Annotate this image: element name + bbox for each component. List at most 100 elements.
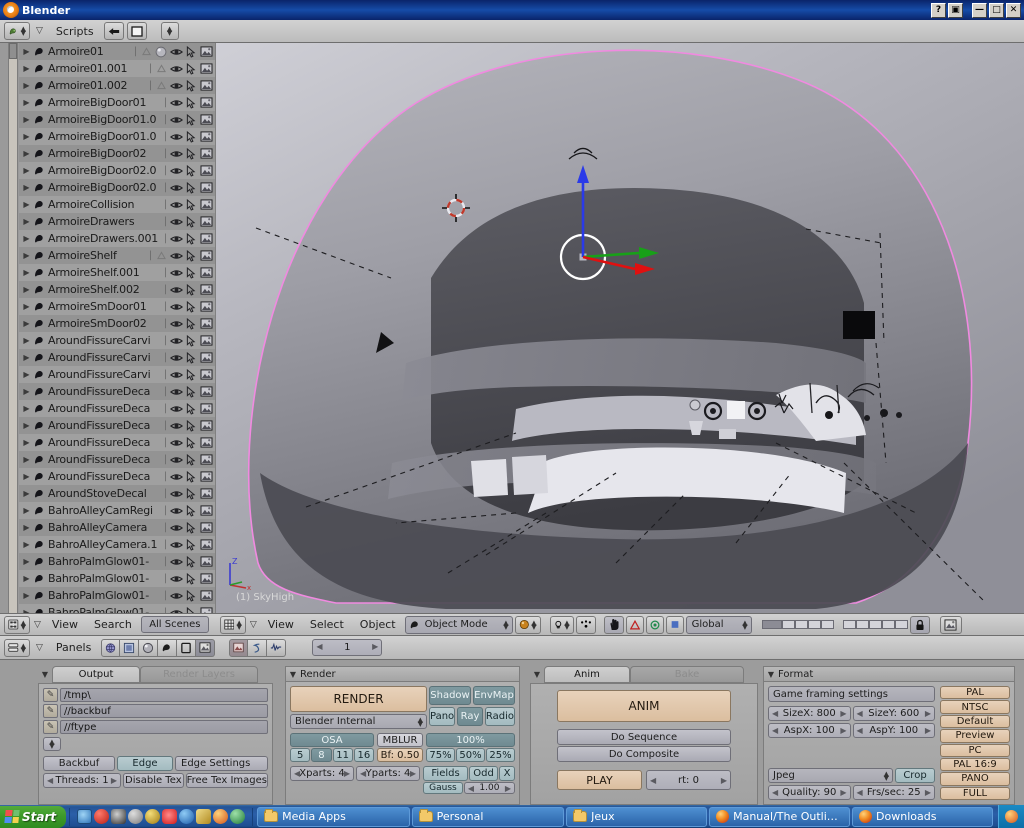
expand-triangle-icon[interactable]: ▶ <box>21 472 32 481</box>
eye-visibility-icon[interactable] <box>169 62 183 76</box>
quicklaunch-icon-4[interactable] <box>128 809 144 824</box>
cursor-selectable-icon[interactable] <box>184 249 198 263</box>
outliner-item-label[interactable]: AroundFissureDeca <box>47 453 163 466</box>
outliner-row[interactable]: ▶ AroundFissureDeca | <box>19 417 215 434</box>
expand-triangle-icon[interactable]: ▶ <box>21 64 32 73</box>
eye-visibility-icon[interactable] <box>169 198 183 212</box>
fps-field[interactable]: ◀ Frs/sec: 25 ▶ <box>852 785 935 800</box>
eye-visibility-icon[interactable] <box>169 538 183 552</box>
outliner-menu-view[interactable]: View <box>45 618 85 631</box>
cursor-selectable-icon[interactable] <box>184 62 198 76</box>
rt-field[interactable]: ◀ rt: 0 ▶ <box>646 770 731 790</box>
view3d-mode-selector[interactable]: Object Mode ▲ ▼ <box>404 615 513 634</box>
scripts-editor-icon[interactable]: ▲ ▼ <box>4 22 30 40</box>
backbuf-toggle[interactable]: Backbuf <box>43 756 115 771</box>
layer-1[interactable] <box>761 620 782 629</box>
crop-toggle[interactable]: Crop <box>895 768 935 783</box>
outliner-row[interactable]: ▶ ArmoireShelf.001 | <box>19 264 215 281</box>
preset-ntsc-button[interactable]: NTSC <box>940 700 1010 714</box>
outliner-row[interactable]: ▶ BahroPalmGlow01- | <box>19 604 215 613</box>
quicklaunch-icon-7[interactable] <box>179 809 195 824</box>
rotate-triangle-icon[interactable] <box>625 615 644 634</box>
eye-visibility-icon[interactable] <box>169 283 183 297</box>
outliner-row[interactable]: ▶ Armoire01 | <box>19 43 215 60</box>
cursor-selectable-icon[interactable] <box>184 130 198 144</box>
triangle-down-icon[interactable]: ▼ <box>38 666 52 683</box>
cursor-selectable-icon[interactable] <box>184 436 198 450</box>
eye-visibility-icon[interactable] <box>169 266 183 280</box>
expand-triangle-icon[interactable]: ▶ <box>21 523 32 532</box>
size-25-button[interactable]: 25% <box>486 748 515 762</box>
play-button[interactable]: PLAY <box>557 770 642 790</box>
outliner-scrollbar-thumb[interactable] <box>9 43 17 59</box>
scene-context-icon[interactable] <box>101 638 121 657</box>
task-button-media-apps[interactable]: Media Apps <box>257 806 410 827</box>
cursor-selectable-icon[interactable] <box>184 385 198 399</box>
size-x-field[interactable]: ◀ SizeX: 800 ▶ <box>768 706 851 721</box>
tab-render-layers[interactable]: Render Layers <box>140 666 258 683</box>
render-image-icon[interactable] <box>199 181 213 195</box>
render-image-icon[interactable] <box>199 351 213 365</box>
eye-visibility-icon[interactable] <box>169 300 183 314</box>
expand-triangle-icon[interactable]: ▶ <box>21 353 32 362</box>
eye-visibility-icon[interactable] <box>169 504 183 518</box>
render-image-icon[interactable] <box>199 606 213 613</box>
layer-7[interactable] <box>855 620 869 629</box>
expand-triangle-icon[interactable]: ▶ <box>21 200 32 209</box>
close-button[interactable]: ✕ <box>1006 2 1021 18</box>
outliner-row[interactable]: ▶ Armoire01.002 | <box>19 77 215 94</box>
frame-number-field[interactable]: ◀ 1 ▶ <box>312 639 383 656</box>
layer-9[interactable] <box>881 620 895 629</box>
output-path-field-2[interactable]: //ftype <box>60 720 268 734</box>
quicklaunch-icon-9[interactable] <box>213 809 229 824</box>
expand-triangle-icon[interactable]: ▶ <box>21 251 32 260</box>
layer-2[interactable] <box>781 620 795 629</box>
outliner-item-label[interactable]: BahroPalmGlow01- <box>47 555 163 568</box>
eye-visibility-icon[interactable] <box>169 215 183 229</box>
task-button-jeux[interactable]: Jeux <box>566 806 708 827</box>
render-image-icon[interactable] <box>199 470 213 484</box>
outliner-item-label[interactable]: AroundFissureDeca <box>47 385 163 398</box>
eye-visibility-icon[interactable] <box>169 470 183 484</box>
file-browse-icon[interactable]: ✎ <box>43 688 58 702</box>
outliner-item-label[interactable]: ArmoireCollision <box>47 198 163 211</box>
help-button[interactable]: ? <box>931 2 946 18</box>
outliner-item-label[interactable]: AroundFissureDeca <box>47 470 163 483</box>
envmap-toggle[interactable]: EnvMap <box>473 686 515 705</box>
expand-triangle-icon[interactable]: ▶ <box>21 217 32 226</box>
free-tex-images-button[interactable]: Free Tex Images <box>185 773 268 788</box>
tab-anim[interactable]: Anim <box>544 666 630 683</box>
panels-menu[interactable]: Panels <box>49 641 98 654</box>
outliner-row[interactable]: ▶ ArmoireSmDoor01 | <box>19 298 215 315</box>
outliner-item-label[interactable]: ArmoireSmDoor02 <box>47 317 163 330</box>
expand-triangle-icon[interactable]: ▶ <box>21 557 32 566</box>
render-preview-icon[interactable] <box>939 615 962 634</box>
render-engine-selector[interactable]: Blender Internal ▲ ▼ <box>290 714 427 729</box>
outliner-row[interactable]: ▶ AroundFissureDeca | <box>19 434 215 451</box>
render-image-icon[interactable] <box>199 334 213 348</box>
quality-field[interactable]: ◀ Quality: 90 ▶ <box>768 785 851 800</box>
layer-10[interactable] <box>894 620 908 629</box>
system-tray[interactable] <box>998 805 1024 828</box>
eye-visibility-icon[interactable] <box>169 453 183 467</box>
triangle-down-icon[interactable]: ▼ <box>764 670 778 679</box>
expand-triangle-icon[interactable]: ▶ <box>21 47 32 56</box>
outliner-row[interactable]: ▶ ArmoireShelf.002 | <box>19 281 215 298</box>
outliner-row[interactable]: ▶ AroundFissureCarvi | <box>19 366 215 383</box>
outliner-item-label[interactable]: AroundStoveDecal <box>47 487 163 500</box>
quicklaunch-icon-8[interactable] <box>196 809 212 824</box>
quicklaunch-icon-10[interactable] <box>230 809 246 824</box>
outliner-item-label[interactable]: ArmoireShelf <box>47 249 148 262</box>
preset-pc-button[interactable]: PC <box>940 743 1010 757</box>
chevron-down-icon[interactable]: ▽ <box>33 643 46 653</box>
outliner-item-label[interactable]: ArmoireBigDoor02 <box>47 147 163 160</box>
layer-3[interactable] <box>794 620 808 629</box>
outliner-row[interactable]: ▶ ArmoireBigDoor02.0 | <box>19 179 215 196</box>
expand-triangle-icon[interactable]: ▶ <box>21 438 32 447</box>
eye-visibility-icon[interactable] <box>169 606 183 613</box>
outliner-row[interactable]: ▶ ArmoireBigDoor01 | <box>19 94 215 111</box>
outliner-item-label[interactable]: ArmoireDrawers.001 <box>47 232 163 245</box>
outliner-item-label[interactable]: BahroAlleyCamera.1 <box>47 538 163 551</box>
mblur-bf-field[interactable]: Bf: 0.50 <box>377 748 423 762</box>
asp-x-field[interactable]: ◀ AspX: 100 ▶ <box>768 723 851 738</box>
